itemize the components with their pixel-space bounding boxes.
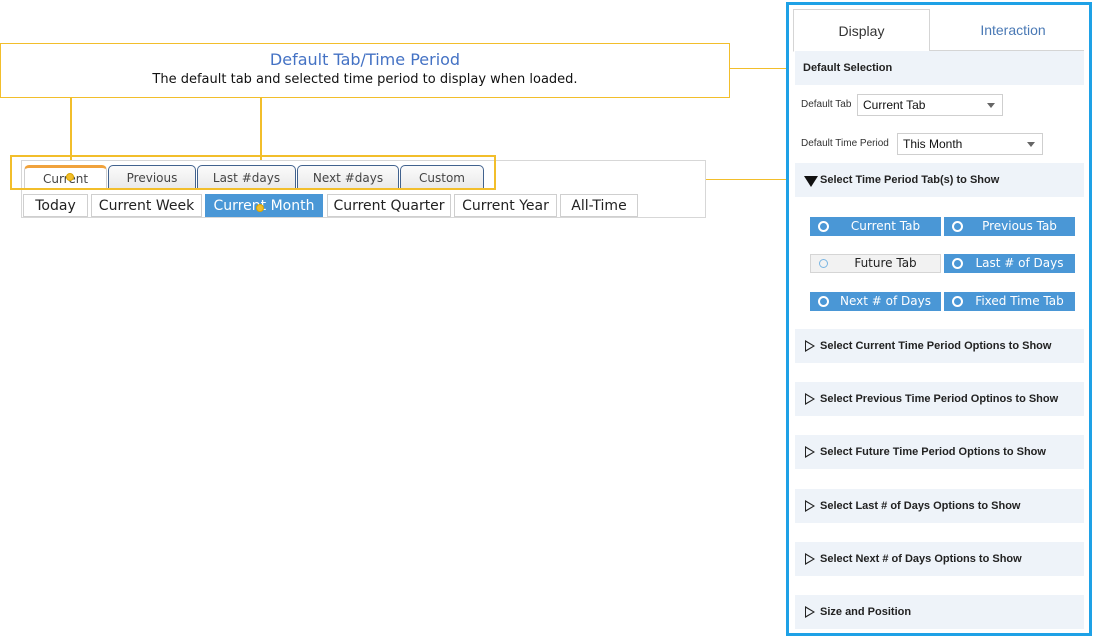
toggle-last-days-tab[interactable]: Last # of Days Tab <box>944 254 1075 289</box>
default-selection-title: Default Selection <box>803 62 893 74</box>
radio-icon <box>952 258 963 269</box>
collapsed-arrow-icon <box>805 340 815 352</box>
section-title: Select Last # of Days Options to Show <box>820 500 1021 512</box>
default-period-value: This Month <box>903 137 963 151</box>
section-next-days-options[interactable]: Select Next # of Days Options to Show <box>795 542 1084 576</box>
period-current-month-label: Current Month <box>213 198 315 214</box>
period-all-time-label: All-Time <box>571 198 627 214</box>
section-last-days-options[interactable]: Select Last # of Days Options to Show <box>795 489 1084 523</box>
section-size-position[interactable]: Size and Position <box>795 595 1084 629</box>
callout-box: Default Tab/Time Period The default tab … <box>0 43 730 98</box>
default-period-label: Default Time Period <box>801 138 889 149</box>
toggle-fixed-time-tab[interactable]: Fixed Time Tab <box>944 292 1075 311</box>
callout-title: Default Tab/Time Period <box>269 50 461 69</box>
collapsed-arrow-icon <box>805 500 815 512</box>
tab-previous-label: Previous <box>126 171 178 185</box>
chevron-down-icon <box>1027 142 1035 147</box>
callout-dot <box>66 173 74 181</box>
default-period-select[interactable]: This Month <box>897 133 1043 155</box>
chevron-down-icon <box>987 103 995 108</box>
tab-next-days[interactable]: Next #days <box>297 165 399 190</box>
toggle-future-tab[interactable]: Future Tab <box>810 254 941 273</box>
period-current-year[interactable]: Current Year <box>454 194 557 217</box>
default-tab-label: Default Tab <box>801 99 852 110</box>
section-future-options[interactable]: Select Future Time Period Options to Sho… <box>795 435 1084 469</box>
section-current-options[interactable]: Select Current Time Period Options to Sh… <box>795 329 1084 363</box>
tab-section-title: Select Time Period Tab(s) to Show <box>820 174 1000 186</box>
section-title: Size and Position <box>820 606 912 618</box>
section-title: Select Next # of Days Options to Show <box>820 553 1022 565</box>
tab-previous[interactable]: Previous <box>108 165 196 190</box>
radio-icon <box>819 259 828 268</box>
collapsed-arrow-icon <box>805 553 815 565</box>
tab-next-days-label: Next #days <box>312 171 384 185</box>
period-current-week-label: Current Week <box>98 198 195 214</box>
radio-icon <box>952 296 963 307</box>
expanded-arrow-icon <box>804 176 818 187</box>
tab-display[interactable]: Display <box>793 9 930 52</box>
callout-description: The default tab and selected time period… <box>152 72 578 87</box>
radio-icon <box>952 221 963 232</box>
period-current-month[interactable]: Current Month <box>205 194 323 217</box>
collapsed-arrow-icon <box>805 446 815 458</box>
tab-custom-label: Custom <box>419 171 465 185</box>
toggle-next-days-tab[interactable]: Next # of Days Tab <box>810 292 941 327</box>
period-all-time[interactable]: All-Time <box>560 194 638 217</box>
period-today[interactable]: Today <box>23 194 88 217</box>
toggle-current-tab[interactable]: Current Tab <box>810 217 941 236</box>
section-title: Select Future Time Period Options to Sho… <box>820 446 1046 458</box>
tab-interaction[interactable]: Interaction <box>943 9 1083 51</box>
radio-icon <box>818 296 829 307</box>
toggle-previous-tab[interactable]: Previous Tab <box>944 217 1075 236</box>
panel-tabs: Display Interaction <box>793 9 1084 52</box>
radio-icon <box>818 221 829 232</box>
default-selection-header[interactable]: Default Selection <box>795 51 1084 85</box>
default-tab-select[interactable]: Current Tab <box>857 94 1003 116</box>
callout-dot <box>256 204 264 212</box>
period-current-quarter[interactable]: Current Quarter <box>327 194 451 217</box>
section-title: Select Current Time Period Options to Sh… <box>820 340 1052 352</box>
tab-section-header[interactable]: Select Time Period Tab(s) to Show <box>795 163 1084 197</box>
toggle-label: Future Tab <box>854 256 917 270</box>
section-previous-options[interactable]: Select Previous Time Period Optinos to S… <box>795 382 1084 416</box>
tab-last-days[interactable]: Last #days <box>197 165 296 190</box>
period-today-label: Today <box>35 198 76 214</box>
section-title: Select Previous Time Period Optinos to S… <box>820 393 1059 405</box>
tab-custom[interactable]: Custom <box>400 165 484 190</box>
period-current-quarter-label: Current Quarter <box>333 198 445 214</box>
toggle-label: Next # of Days Tab <box>840 294 931 327</box>
default-tab-value: Current Tab <box>863 98 926 112</box>
toggle-label: Fixed Time Tab <box>975 294 1064 308</box>
properties-panel: Display Interaction Default Selection De… <box>786 2 1092 636</box>
toggle-label: Current Tab <box>850 219 921 233</box>
tab-last-days-label: Last #days <box>212 171 281 185</box>
toggle-label: Last # of Days Tab <box>975 256 1064 289</box>
period-current-year-label: Current Year <box>462 198 549 214</box>
collapsed-arrow-icon <box>805 606 815 618</box>
collapsed-arrow-icon <box>805 393 815 405</box>
period-current-week[interactable]: Current Week <box>91 194 202 217</box>
toggle-label: Previous Tab <box>982 219 1057 233</box>
